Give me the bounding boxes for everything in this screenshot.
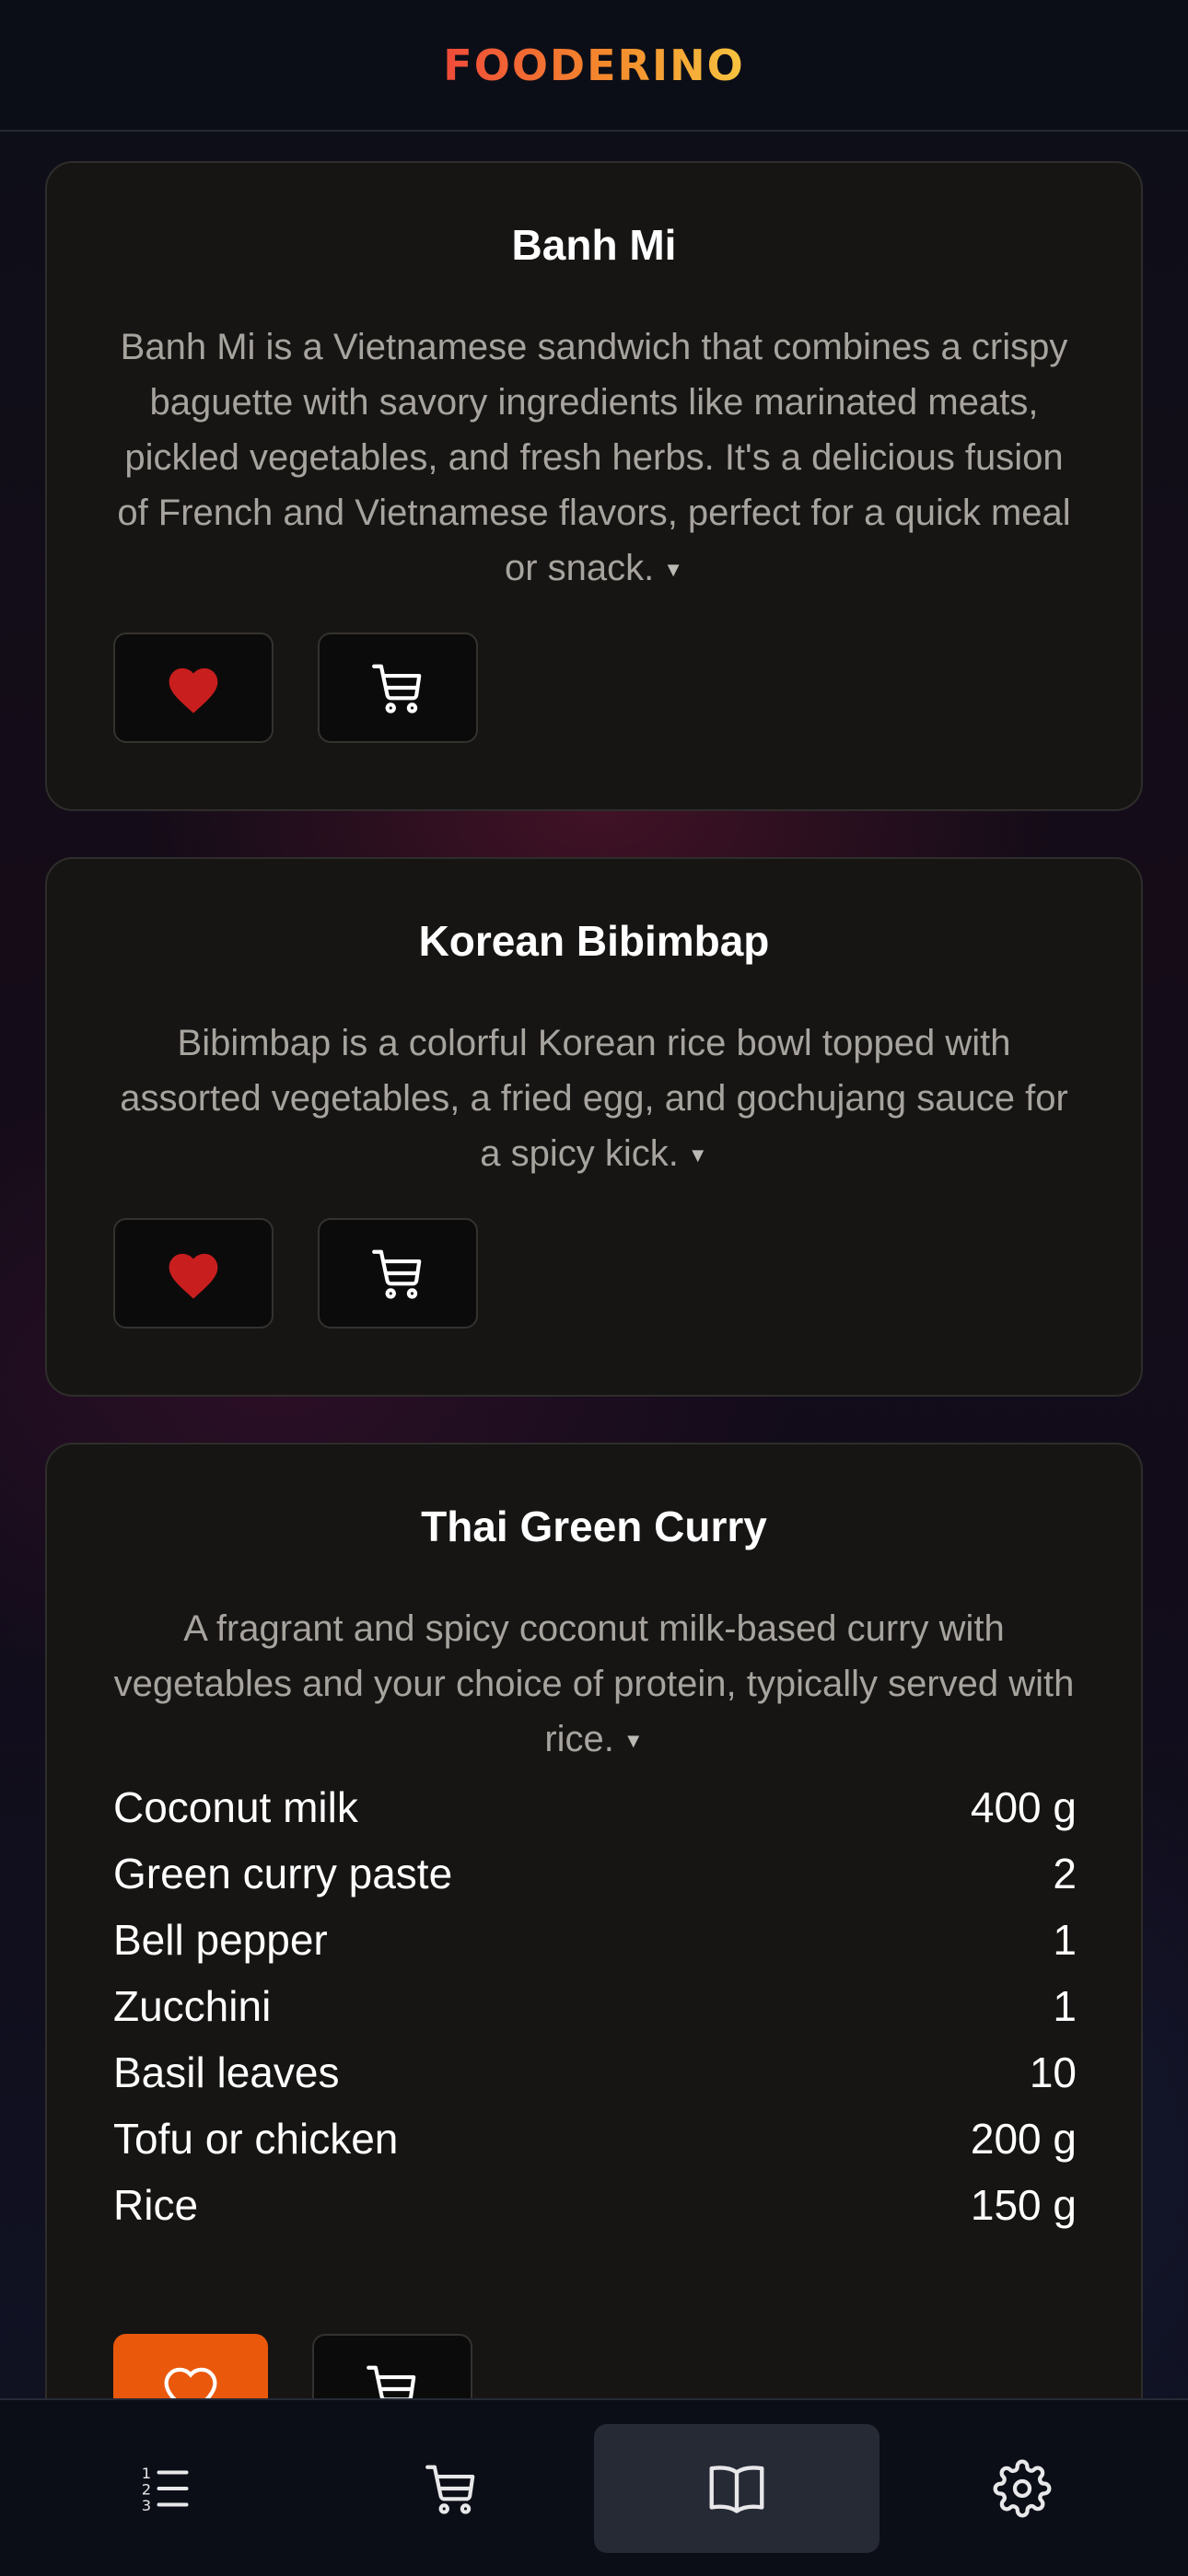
heart-icon <box>169 1253 218 1299</box>
add-to-cart-button[interactable] <box>318 632 478 743</box>
app-logo: FOODERINO <box>443 40 745 90</box>
expand-caret-icon[interactable]: ▼ <box>623 1729 644 1752</box>
favorite-button[interactable] <box>113 632 274 743</box>
ingredient-name: Rice <box>113 2181 199 2229</box>
ingredient-amount: 1 <box>1053 1916 1077 1964</box>
recipe-title: Banh Mi <box>511 221 677 269</box>
recipe-description-text: Bibimbap is a colorful Korean rice bowl … <box>120 1023 1068 1174</box>
ingredient-amount: 400 g <box>970 1783 1077 1831</box>
svg-text:2: 2 <box>142 2480 151 2498</box>
cart-icon <box>372 664 422 714</box>
heart-outline-icon <box>164 2367 217 2398</box>
heart-icon <box>169 667 218 714</box>
ingredient-row: Rice 150 g <box>113 2172 1077 2238</box>
expand-caret-icon[interactable]: ▼ <box>663 558 683 581</box>
nav-recipes-button[interactable] <box>594 2424 879 2553</box>
recipe-description-text: Banh Mi is a Vietnamese sandwich that co… <box>117 327 1071 588</box>
app-header: FOODERINO <box>0 0 1188 132</box>
gear-icon <box>993 2459 1052 2518</box>
recipe-card: Banh Mi Banh Mi is a Vietnamese sandwich… <box>45 161 1143 811</box>
nav-cart-button[interactable] <box>309 2424 594 2553</box>
ingredient-amount: 10 <box>1029 2048 1077 2096</box>
nav-list-button[interactable]: 1 2 3 <box>23 2424 309 2553</box>
nav-settings-button[interactable] <box>879 2424 1165 2553</box>
recipe-card: Korean Bibimbap Bibimbap is a colorful K… <box>45 857 1143 1397</box>
ingredient-name: Bell pepper <box>113 1916 328 1964</box>
ingredient-row: Coconut milk 400 g <box>113 1774 1077 1840</box>
cart-icon <box>367 2365 416 2398</box>
favorite-button[interactable] <box>113 2334 268 2398</box>
recipe-description[interactable]: A fragrant and spicy coconut milk-based … <box>113 1601 1075 1769</box>
ingredient-row: Zucchini 1 <box>113 1973 1077 2039</box>
ingredient-row: Tofu or chicken 200 g <box>113 2106 1077 2172</box>
ingredient-row: Bell pepper 1 <box>113 1907 1077 1973</box>
ingredient-amount: 1 <box>1053 1982 1077 2030</box>
recipe-list[interactable]: Banh Mi Banh Mi is a Vietnamese sandwich… <box>0 132 1188 2398</box>
add-to-cart-button[interactable] <box>318 1218 478 1329</box>
recipe-description[interactable]: Bibimbap is a colorful Korean rice bowl … <box>113 1015 1075 1183</box>
svg-text:3: 3 <box>142 2497 151 2514</box>
list-icon: 1 2 3 <box>142 2465 189 2514</box>
ingredient-amount: 200 g <box>970 2115 1077 2163</box>
favorite-button[interactable] <box>113 1218 274 1329</box>
ingredient-name: Coconut milk <box>113 1783 358 1831</box>
ingredient-amount: 150 g <box>970 2181 1077 2229</box>
ingredient-amount: 2 <box>1053 1850 1077 1897</box>
ingredient-row: Green curry paste 2 <box>113 1840 1077 1907</box>
ingredient-row: Basil leaves 10 <box>113 2039 1077 2106</box>
svg-text:1: 1 <box>142 2465 151 2482</box>
expand-caret-icon[interactable]: ▼ <box>688 1143 708 1166</box>
book-icon <box>709 2466 764 2513</box>
recipe-title: Thai Green Curry <box>421 1503 767 1550</box>
add-to-cart-button[interactable] <box>312 2334 472 2398</box>
recipe-title: Korean Bibimbap <box>418 917 770 965</box>
ingredient-name: Green curry paste <box>113 1850 453 1897</box>
recipe-card: Thai Green Curry A fragrant and spicy co… <box>45 1443 1143 2398</box>
recipe-description-text: A fragrant and spicy coconut milk-based … <box>113 1608 1075 1759</box>
ingredient-name: Tofu or chicken <box>113 2115 399 2163</box>
bottom-nav: 1 2 3 <box>0 2398 1188 2576</box>
cart-icon <box>372 1249 422 1299</box>
ingredient-name: Zucchini <box>113 1982 272 2030</box>
recipe-description[interactable]: Banh Mi is a Vietnamese sandwich that co… <box>113 319 1075 598</box>
cart-icon <box>425 2465 475 2514</box>
ingredient-name: Basil leaves <box>113 2048 340 2096</box>
